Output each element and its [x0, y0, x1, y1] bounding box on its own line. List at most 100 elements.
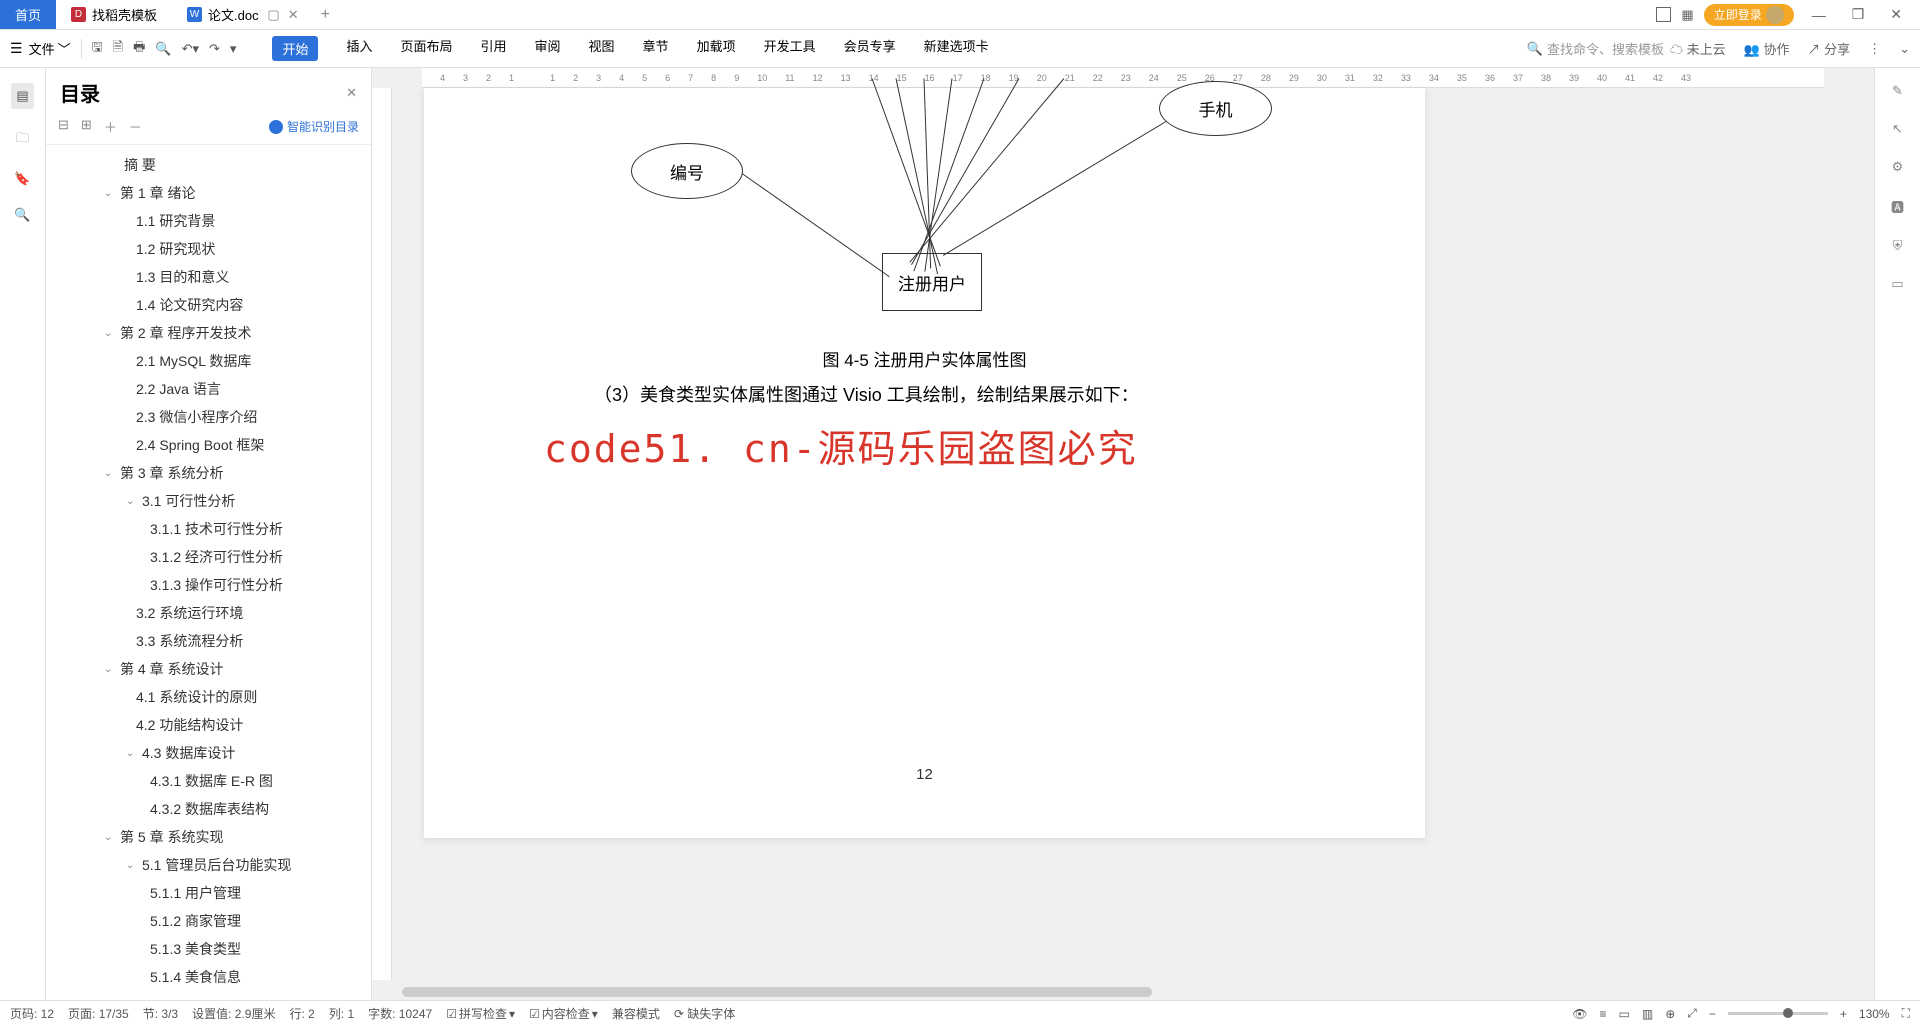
chevron-down-icon[interactable]: ⌄ — [104, 664, 116, 675]
chevron-down-icon[interactable]: ⌄ — [126, 496, 138, 507]
tab-document[interactable]: W 论文.doc ▢ ✕ — [172, 0, 309, 29]
zoom-slider[interactable] — [1728, 1012, 1828, 1015]
toc-item[interactable]: 2.4 Spring Boot 框架 — [46, 431, 371, 459]
undo-icon[interactable]: ↶▾ — [182, 41, 199, 57]
toc-item[interactable]: 5.1.2 商家管理 — [46, 907, 371, 935]
status-col[interactable]: 列: 1 — [329, 1005, 354, 1022]
zoom-out-button[interactable]: − — [1709, 1007, 1716, 1021]
ribbon-tab-3[interactable]: 引用 — [481, 36, 507, 61]
chevron-down-icon[interactable]: ⌄ — [104, 328, 116, 339]
toc-item[interactable]: 2.2 Java 语言 — [46, 375, 371, 403]
chevron-down-icon[interactable]: ⌄ — [126, 748, 138, 759]
ribbon-tab-0[interactable]: 开始 — [272, 36, 318, 61]
toc-item[interactable]: ⌄第 3 章 系统分析 — [46, 459, 371, 487]
chevron-down-icon[interactable]: ⌄ — [104, 468, 116, 479]
maximize-button[interactable]: ❐ — [1844, 6, 1873, 23]
list-view-icon[interactable]: ≡ — [1599, 1007, 1606, 1021]
cloud-status[interactable]: ☁ 未上云 — [1670, 39, 1726, 58]
ot-expand-icon[interactable]: ⊞ — [81, 117, 92, 136]
new-tab-button[interactable]: + — [309, 6, 342, 24]
tab-close-icon[interactable]: ✕ — [288, 7, 299, 23]
hamburger-icon[interactable]: ☰ — [10, 40, 23, 57]
ribbon-tab-6[interactable]: 章节 — [643, 36, 669, 61]
toc-item[interactable]: 5.1.1 用户管理 — [46, 879, 371, 907]
outline-icon[interactable]: ▤ — [11, 83, 33, 109]
toc-item[interactable]: 1.4 论文研究内容 — [46, 291, 371, 319]
ribbon-tab-7[interactable]: 加载项 — [697, 36, 736, 61]
ot-remove-icon[interactable]: － — [129, 117, 142, 136]
toc-item[interactable]: 1.1 研究背景 — [46, 207, 371, 235]
tab-home[interactable]: 首页 — [0, 0, 56, 29]
page-view-icon[interactable]: ▭ — [1619, 1007, 1630, 1021]
toc-item[interactable]: ⌄第 1 章 绪论 — [46, 179, 371, 207]
tab-popout-icon[interactable]: ▢ — [267, 7, 279, 23]
outline-close-icon[interactable]: ✕ — [346, 85, 357, 101]
toc-item[interactable]: 4.3.1 数据库 E-R 图 — [46, 767, 371, 795]
more-menu-icon[interactable]: ⋮ — [1868, 41, 1881, 57]
status-section[interactable]: 节: 3/3 — [143, 1005, 178, 1022]
cursor-icon[interactable]: ↖ — [1892, 121, 1903, 137]
compat-mode[interactable]: 兼容模式 — [612, 1005, 660, 1022]
status-page-code[interactable]: 页码: 12 — [10, 1005, 54, 1022]
toc-item[interactable]: ⌄第 5 章 系统实现 — [46, 823, 371, 851]
toc-item[interactable]: ⌄4.3 数据库设计 — [46, 739, 371, 767]
slider-icon[interactable]: ⚙ — [1892, 159, 1904, 175]
web-view-icon[interactable]: ⊕ — [1665, 1007, 1675, 1021]
zoom-thumb[interactable] — [1783, 1008, 1793, 1018]
collab-button[interactable]: 👥 协作 — [1744, 39, 1790, 58]
book-view-icon[interactable]: ▥ — [1642, 1007, 1653, 1021]
toc-item[interactable]: 4.1 系统设计的原则 — [46, 683, 371, 711]
toc-item[interactable]: ⌄3.1 可行性分析 — [46, 487, 371, 515]
collapse-ribbon-icon[interactable]: ⌄ — [1899, 41, 1910, 57]
ot-add-icon[interactable]: ＋ — [104, 117, 117, 136]
ribbon-tab-5[interactable]: 视图 — [589, 36, 615, 61]
file-menu[interactable]: 文件﹀ — [29, 39, 71, 58]
page-canvas[interactable]: 编号 手机 注册用户 图 4-5 注册用户实体属性图 （3）美食类型实体属性图通… — [424, 88, 1425, 838]
folder-icon[interactable]: 🗀 — [16, 129, 29, 151]
close-button[interactable]: ✕ — [1882, 6, 1910, 23]
toc-item[interactable]: 1.2 研究现状 — [46, 235, 371, 263]
zoom-in-button[interactable]: + — [1840, 1007, 1847, 1021]
smart-toc-button[interactable]: 智能识别目录 — [269, 118, 359, 135]
pencil-icon[interactable]: ✎ — [1892, 83, 1903, 99]
status-words[interactable]: 字数: 10247 — [368, 1005, 432, 1022]
status-line[interactable]: 行: 2 — [289, 1005, 314, 1022]
chevron-down-icon[interactable]: ⌄ — [104, 832, 116, 843]
chevron-down-icon[interactable]: ⌄ — [126, 860, 138, 871]
share-button[interactable]: ↗ 分享 — [1807, 39, 1850, 58]
chevron-down-icon[interactable]: ⌄ — [104, 188, 116, 199]
login-button[interactable]: 立即登录 — [1704, 4, 1794, 26]
find-icon[interactable]: 🔍 — [14, 207, 30, 223]
status-page[interactable]: 页面: 17/35 — [68, 1005, 129, 1022]
ot-collapse-icon[interactable]: ⊟ — [58, 117, 69, 136]
preview-icon[interactable]: 🔍 — [155, 41, 171, 57]
translate-icon[interactable]: 🅰 — [1891, 197, 1904, 216]
toc-item[interactable]: 4.3.2 数据库表结构 — [46, 795, 371, 823]
status-setval[interactable]: 设置值: 2.9厘米 — [192, 1005, 275, 1022]
hscroll-thumb[interactable] — [402, 987, 1152, 997]
minimize-button[interactable]: — — [1804, 7, 1834, 23]
toc-item[interactable]: 4.2 功能结构设计 — [46, 711, 371, 739]
toc-item[interactable]: 摘 要 — [46, 151, 371, 179]
spellcheck-toggle[interactable]: ☑拼写检查 ▾ — [446, 1005, 515, 1022]
command-search[interactable]: 🔍 查找命令、搜索模板 — [1527, 39, 1664, 58]
ribbon-tab-1[interactable]: 插入 — [346, 36, 372, 61]
toc-item[interactable]: 5.1.3 美食类型 — [46, 935, 371, 963]
toc-item[interactable]: 3.2 系统运行环境 — [46, 599, 371, 627]
zoom100-icon[interactable]: ⤢ — [1687, 1006, 1697, 1021]
toc-item[interactable]: 2.1 MySQL 数据库 — [46, 347, 371, 375]
toc-item[interactable]: ⌄第 4 章 系统设计 — [46, 655, 371, 683]
ribbon-tab-9[interactable]: 会员专享 — [844, 36, 896, 61]
shield-icon[interactable]: ⛨ — [1893, 238, 1903, 254]
save-as-icon[interactable]: 🗎 — [113, 38, 123, 60]
grid-icon[interactable]: ▦ — [1681, 7, 1693, 23]
print-icon[interactable]: 🖶 — [133, 38, 145, 60]
toc-item[interactable]: 2.3 微信小程序介绍 — [46, 403, 371, 431]
ribbon-tab-8[interactable]: 开发工具 — [764, 36, 816, 61]
outline-tree[interactable]: 摘 要⌄第 1 章 绪论1.1 研究背景1.2 研究现状1.3 目的和意义1.4… — [46, 145, 371, 1000]
toc-item[interactable]: 5.1.4 美食信息 — [46, 963, 371, 991]
toc-item[interactable]: 3.1.2 经济可行性分析 — [46, 543, 371, 571]
ribbon-tab-2[interactable]: 页面布局 — [400, 36, 452, 61]
contentcheck-toggle[interactable]: ☑内容检查 ▾ — [529, 1005, 598, 1022]
more-quick-icon[interactable]: ▾ — [230, 41, 237, 57]
